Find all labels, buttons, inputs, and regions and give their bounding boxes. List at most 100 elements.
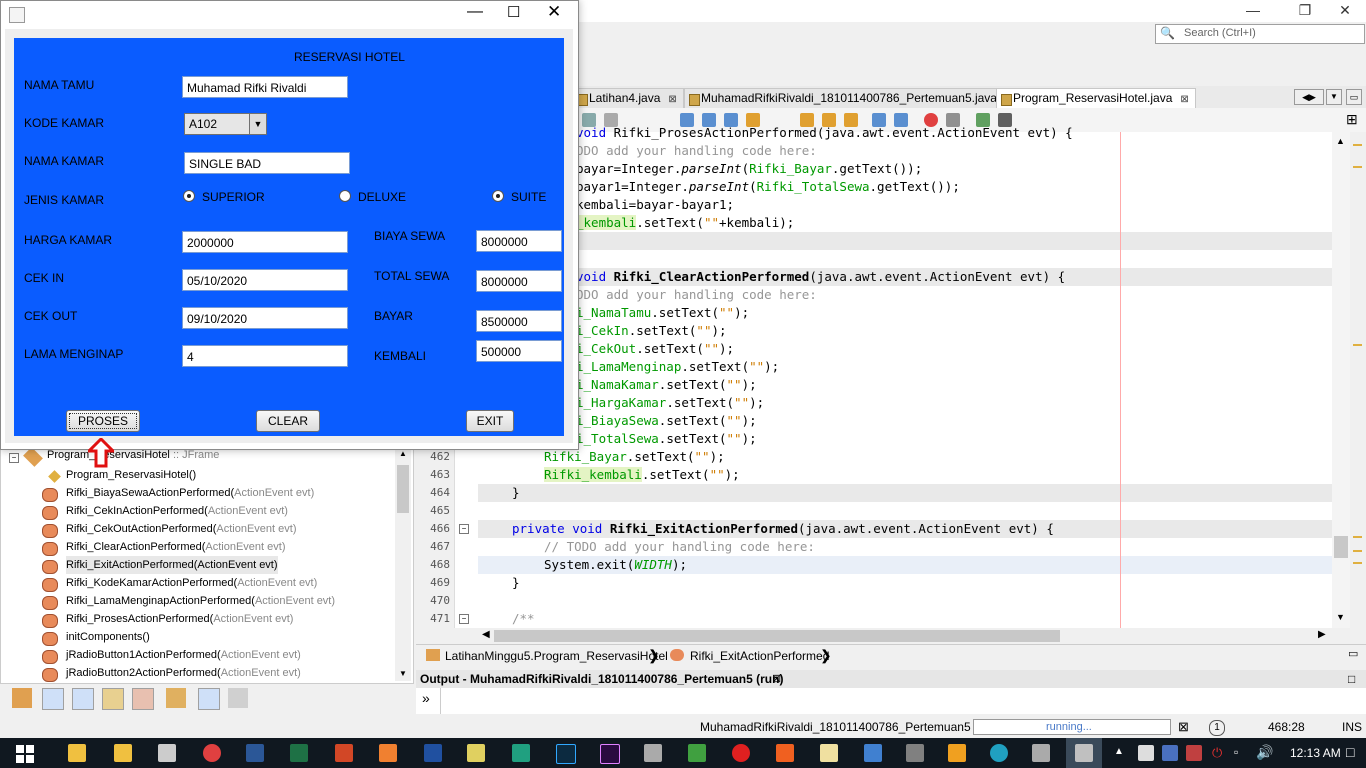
- fold-toggle-icon[interactable]: −: [459, 614, 469, 624]
- windows-start-icon[interactable]: [16, 745, 34, 763]
- app-icon[interactable]: [688, 744, 706, 762]
- tray-app-icon[interactable]: [1162, 745, 1178, 761]
- power-icon[interactable]: ⏻: [1212, 745, 1222, 761]
- total-sewa-field[interactable]: 8000000: [476, 270, 562, 292]
- app-icon[interactable]: [512, 744, 530, 762]
- navigator-root[interactable]: Program_ReservasiHotel :: JFrame: [47, 449, 219, 461]
- restore-panel-icon[interactable]: ▭: [1348, 647, 1358, 660]
- app-icon[interactable]: [114, 744, 132, 762]
- scroll-thumb[interactable]: [494, 630, 1060, 642]
- search-input[interactable]: 🔍 Search (Ctrl+I): [1155, 24, 1365, 44]
- output-console[interactable]: »: [416, 688, 1366, 714]
- nav-item[interactable]: jRadioButton1ActionPerformed(ActionEvent…: [66, 646, 301, 664]
- scroll-thumb[interactable]: [1334, 536, 1348, 558]
- class-filter-icon[interactable]: [12, 688, 32, 708]
- notification-icon[interactable]: □: [1346, 744, 1354, 760]
- collapse-icon[interactable]: −: [9, 453, 19, 463]
- scroll-up-icon[interactable]: ▲: [1336, 136, 1345, 146]
- clear-button[interactable]: CLEAR: [256, 410, 320, 432]
- app-icon[interactable]: [776, 744, 794, 762]
- bayar-field[interactable]: 8500000: [476, 310, 562, 332]
- close-tab-icon[interactable]: ⊠: [772, 670, 781, 688]
- nav-item[interactable]: Rifki_KodeKamarActionPerformed(ActionEve…: [66, 574, 317, 592]
- app-icon[interactable]: [1032, 744, 1050, 762]
- tab-latihan4[interactable]: Latihan4.java ⊠: [572, 88, 684, 109]
- show-inherited-icon[interactable]: [132, 688, 154, 710]
- tray-expand-icon[interactable]: ▲: [1114, 746, 1124, 757]
- nav-item[interactable]: Rifki_LamaMenginapActionPerformed(Action…: [66, 592, 335, 610]
- nama-kamar-field[interactable]: SINGLE BAD: [184, 152, 350, 174]
- close-icon[interactable]: ✕: [1322, 0, 1366, 22]
- app-icon[interactable]: [864, 744, 882, 762]
- nav-item-selected[interactable]: Rifki_ExitActionPerformed(ActionEvent ev…: [66, 556, 278, 574]
- navigator-scrollbar[interactable]: ▲ ▼: [395, 447, 411, 681]
- kode-kamar-select[interactable]: A102 ▼: [184, 113, 267, 135]
- nav-item[interactable]: Program_ReservasiHotel(): [66, 466, 196, 484]
- restore-window-icon[interactable]: ▭: [1346, 89, 1362, 105]
- radio-deluxe-label[interactable]: DELUXE: [358, 190, 406, 204]
- tab-pertemuan5[interactable]: MuhamadRifkiRivaldi_181011400786_Pertemu…: [684, 88, 1021, 109]
- 3d-viewer-icon[interactable]: [644, 744, 662, 762]
- notification-count[interactable]: 1: [1209, 720, 1225, 736]
- kembali-field[interactable]: 500000: [476, 340, 562, 362]
- maximize-icon[interactable]: ☐: [507, 3, 520, 21]
- weather-icon[interactable]: [158, 744, 176, 762]
- app-icon[interactable]: [732, 744, 750, 762]
- chevron-down-icon[interactable]: ▼: [249, 114, 266, 134]
- breadcrumb-method[interactable]: Rifki_ExitActionPerformed: [690, 649, 829, 663]
- app-icon[interactable]: [379, 744, 397, 762]
- sort-by-source-icon[interactable]: [228, 688, 248, 708]
- powerpoint-icon[interactable]: [335, 744, 353, 762]
- radio-superior-label[interactable]: SUPERIOR: [202, 190, 265, 204]
- clock-time[interactable]: 12:13 AM: [1290, 746, 1341, 760]
- sort-by-name-icon[interactable]: [198, 688, 220, 710]
- scroll-down-icon[interactable]: ▼: [399, 669, 407, 678]
- radio-suite[interactable]: [492, 190, 504, 202]
- file-explorer-icon[interactable]: [68, 744, 86, 762]
- close-tab-icon[interactable]: ⊠: [668, 94, 676, 105]
- scroll-right-icon[interactable]: ▶: [1318, 629, 1326, 640]
- lama-menginap-field[interactable]: 4: [182, 345, 348, 367]
- tab-program-reservasi[interactable]: Program_ReservasiHotel.java ⊠: [996, 88, 1196, 109]
- volume-icon[interactable]: 🔊: [1256, 744, 1273, 761]
- nav-item[interactable]: jRadioButton2ActionPerformed(ActionEvent…: [66, 664, 301, 682]
- app-icon[interactable]: [424, 744, 442, 762]
- editor-horizontal-scrollbar[interactable]: ◀ ▶: [478, 628, 1332, 644]
- sort-icon[interactable]: [166, 688, 186, 708]
- show-fields-icon[interactable]: [42, 688, 64, 710]
- fold-toggle-icon[interactable]: −: [459, 524, 469, 534]
- tab-scroll-arrows-icon[interactable]: ◀▶: [1294, 89, 1324, 105]
- split-icon[interactable]: ⊞: [1346, 111, 1358, 128]
- nav-item[interactable]: Rifki_BiayaSewaActionPerformed(ActionEve…: [66, 484, 314, 502]
- minimize-icon[interactable]: —: [1230, 0, 1276, 22]
- app-icon[interactable]: [906, 744, 924, 762]
- proses-button[interactable]: PROSES: [66, 410, 140, 432]
- cek-in-field[interactable]: 05/10/2020: [182, 269, 348, 291]
- editor-vertical-scrollbar[interactable]: ▲ ▼: [1332, 132, 1350, 628]
- app-icon[interactable]: [948, 744, 966, 762]
- radio-deluxe[interactable]: [339, 190, 351, 202]
- tab-list-icon[interactable]: ▼: [1326, 89, 1342, 105]
- tray-app-icon[interactable]: [1138, 745, 1154, 761]
- breadcrumb-class[interactable]: LatihanMinggu5.Program_ReservasiHotel: [445, 649, 668, 663]
- java-app-icon[interactable]: [1075, 744, 1093, 762]
- scroll-down-icon[interactable]: ▼: [1336, 612, 1345, 622]
- show-private-icon[interactable]: [102, 688, 124, 710]
- biaya-sewa-field[interactable]: 8000000: [476, 230, 562, 252]
- cancel-task-icon[interactable]: ⊠: [1178, 716, 1189, 738]
- nav-item[interactable]: initComponents(): [66, 628, 150, 646]
- nav-item[interactable]: Rifki_CekInActionPerformed(ActionEvent e…: [66, 502, 288, 520]
- nama-tamu-field[interactable]: Muhamad Rifki Rivaldi: [182, 76, 348, 98]
- radio-superior[interactable]: [183, 190, 195, 202]
- minimize-icon[interactable]: —: [467, 3, 483, 21]
- minimize-panel-icon[interactable]: □: [1348, 670, 1355, 688]
- word-icon[interactable]: [246, 744, 264, 762]
- nav-item[interactable]: Rifki_CekOutActionPerformed(ActionEvent …: [66, 520, 296, 538]
- edge-icon[interactable]: [990, 744, 1008, 762]
- radio-suite-label[interactable]: SUITE: [511, 190, 546, 204]
- notes-icon[interactable]: [467, 744, 485, 762]
- show-static-icon[interactable]: [72, 688, 94, 710]
- cek-out-field[interactable]: 09/10/2020: [182, 307, 348, 329]
- close-icon[interactable]: ✕: [547, 2, 561, 22]
- tray-app-icon[interactable]: [1186, 745, 1202, 761]
